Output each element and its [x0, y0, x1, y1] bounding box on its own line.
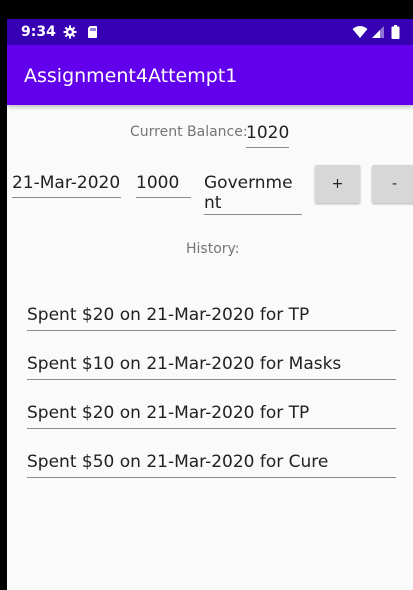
app-title: Assignment4Attempt1: [24, 65, 238, 87]
history-list: Spent $20 on 21-Mar-2020 for TP Spent $1…: [27, 303, 396, 499]
battery-icon: [391, 25, 400, 39]
status-time: 9:34: [21, 24, 56, 40]
add-button[interactable]: +: [315, 165, 360, 203]
app-screen: 9:34 Assignment4Attempt1 Current Balance…: [7, 19, 413, 590]
history-item: Spent $20 on 21-Mar-2020 for TP: [27, 303, 396, 331]
sim-card-icon: [88, 26, 97, 38]
history-item: Spent $10 on 21-Mar-2020 for Masks: [27, 352, 396, 380]
reason-input[interactable]: Government: [204, 171, 302, 215]
current-balance-field[interactable]: 1020: [246, 121, 289, 148]
subtract-button[interactable]: -: [372, 165, 413, 203]
history-label: History:: [186, 241, 240, 257]
wifi-icon: [352, 26, 368, 38]
app-bar: Assignment4Attempt1: [7, 45, 413, 105]
status-bar: 9:34: [7, 19, 413, 45]
current-balance-label: Current Balance:: [130, 124, 248, 140]
amount-input[interactable]: 1000: [136, 171, 191, 198]
history-item: Spent $20 on 21-Mar-2020 for TP: [27, 401, 396, 429]
gear-icon: [63, 25, 77, 39]
signal-icon: [372, 26, 384, 38]
history-item: Spent $50 on 21-Mar-2020 for Cure: [27, 450, 396, 478]
date-input[interactable]: 21-Mar-2020: [12, 171, 121, 198]
